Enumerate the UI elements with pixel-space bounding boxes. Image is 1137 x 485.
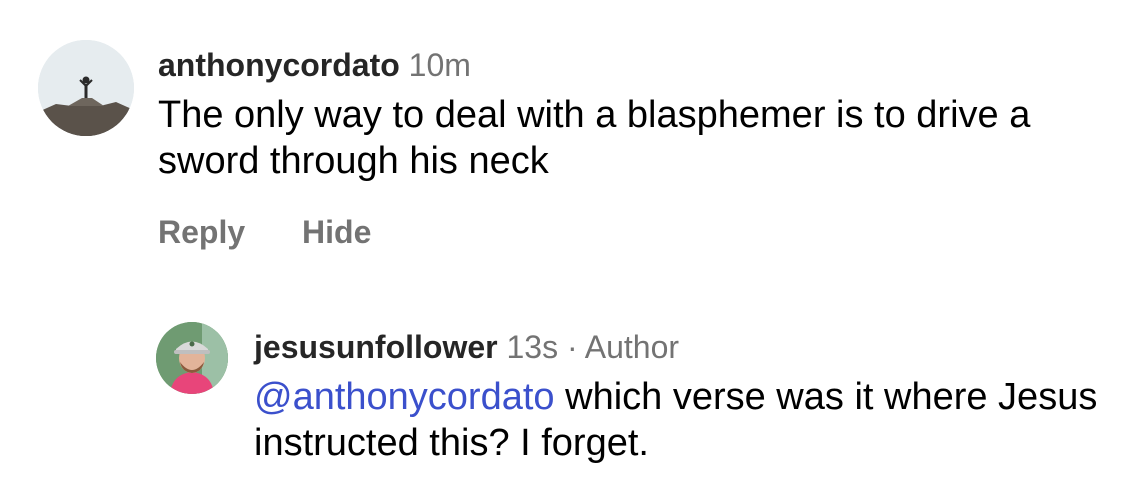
meta-separator: · — [566, 329, 578, 365]
mention-link[interactable]: @anthonycordato — [254, 376, 555, 418]
comment-body: jesusunfollower 13s · Author @anthonycor… — [254, 322, 1116, 466]
comment-actions: Reply Hide — [158, 214, 1098, 251]
comment-meta: anthonycordato 10m — [158, 40, 1098, 90]
timestamp: 13s — [506, 329, 559, 365]
comment-meta: jesusunfollower 13s · Author — [254, 322, 1116, 372]
reply-button[interactable]: Reply — [158, 214, 245, 250]
timestamp: 10m — [408, 47, 471, 83]
comment-text: The only way to deal with a blasphemer i… — [158, 94, 1031, 182]
comment-text: @anthonycordato which verse was it where… — [254, 374, 1116, 466]
author-badge: Author — [584, 329, 680, 365]
hide-button[interactable]: Hide — [302, 214, 371, 250]
comment-body: anthonycordato 10m The only way to deal … — [158, 40, 1098, 251]
avatar[interactable] — [156, 322, 228, 394]
avatar[interactable] — [38, 40, 134, 136]
avatar-image — [38, 40, 134, 136]
avatar-image — [156, 322, 228, 394]
username[interactable]: jesusunfollower — [254, 329, 498, 365]
username[interactable]: anthonycordato — [158, 47, 400, 83]
